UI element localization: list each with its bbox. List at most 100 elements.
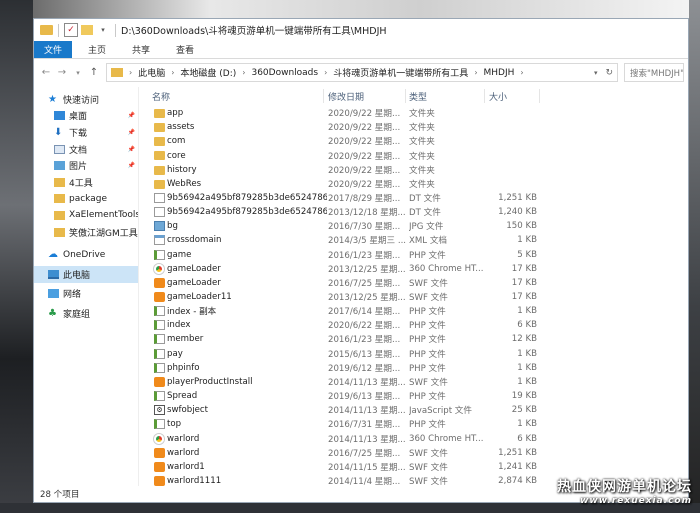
- column-type[interactable]: 类型: [409, 90, 427, 103]
- breadcrumb-tools-folder[interactable]: 斗将魂页游单机一键端带所有工具: [329, 66, 472, 79]
- recent-locations-icon[interactable]: ▾: [70, 69, 86, 77]
- sidebar-item[interactable]: 文档 📌: [34, 141, 138, 158]
- folder-icon: [54, 194, 65, 204]
- file-row[interactable]: game 2016/1/23 星期... PHP 文件 5 KB: [139, 248, 688, 262]
- file-row[interactable]: com 2020/9/22 星期... 文件夹: [139, 134, 688, 148]
- file-type: PHP 文件: [409, 392, 446, 403]
- file-date: 2014/11/15 星期...: [328, 462, 406, 473]
- chevron-right-icon[interactable]: ›: [518, 68, 525, 77]
- column-size[interactable]: 大小: [489, 90, 507, 103]
- file-name: top: [167, 419, 182, 430]
- file-type: 文件夹: [409, 151, 435, 162]
- php-file-icon: [154, 391, 165, 402]
- chevron-right-icon[interactable]: ›: [127, 68, 134, 77]
- sidebar-item[interactable]: XaElementTools-2: [34, 207, 138, 224]
- file-row[interactable]: assets 2020/9/22 星期... 文件夹: [139, 120, 688, 134]
- sidebar-item[interactable]: ☁ OneDrive: [34, 246, 138, 263]
- breadcrumb-drive-d[interactable]: 本地磁盘 (D:): [176, 66, 240, 79]
- new-folder-icon[interactable]: [81, 25, 93, 35]
- sidebar-item[interactable]: 桌面 📌: [34, 108, 138, 125]
- sidebar-item[interactable]: ⬇ 下载 📌: [34, 124, 138, 141]
- file-row[interactable]: gameLoader 2016/7/25 星期... SWF 文件 17 KB: [139, 276, 688, 290]
- tab-file[interactable]: 文件: [34, 41, 73, 58]
- chevron-right-icon[interactable]: ›: [322, 68, 329, 77]
- column-divider[interactable]: [539, 89, 540, 103]
- sidebar-item[interactable]: 此电脑: [34, 265, 138, 283]
- tab-view[interactable]: 查看: [166, 41, 204, 58]
- file-row[interactable]: bg 2016/7/30 星期... JPG 文件 150 KB: [139, 219, 688, 233]
- breadcrumb-this-pc[interactable]: 此电脑: [134, 66, 169, 79]
- pin-icon[interactable]: 📌: [128, 112, 135, 119]
- sidebar-item[interactable]: ★ 快速访问: [34, 91, 138, 108]
- file-name: swfobject: [167, 405, 209, 416]
- forward-icon[interactable]: →: [54, 67, 70, 78]
- back-icon[interactable]: ←: [38, 67, 54, 78]
- column-name[interactable]: 名称: [152, 90, 170, 103]
- file-type: SWF 文件: [409, 278, 448, 289]
- address-history-icon[interactable]: ▾: [590, 69, 602, 77]
- address-row: ← → ▾ ↑ › 此电脑 › 本地磁盘 (D:) › 360Downloads…: [34, 59, 688, 86]
- sidebar-item[interactable]: 图片 📌: [34, 157, 138, 174]
- file-row[interactable]: warlord1 2014/11/15 星期... SWF 文件 1,241 KB: [139, 460, 688, 474]
- column-divider[interactable]: [405, 89, 406, 103]
- file-row[interactable]: index - 副本 2017/6/14 星期... PHP 文件 1 KB: [139, 304, 688, 318]
- column-divider[interactable]: [484, 89, 485, 103]
- file-row[interactable]: phpinfo 2019/6/12 星期... PHP 文件 1 KB: [139, 361, 688, 375]
- address-bar[interactable]: › 此电脑 › 本地磁盘 (D:) › 360Downloads › 斗将魂页游…: [106, 63, 618, 82]
- file-date: 2015/6/13 星期...: [328, 349, 401, 360]
- file-row[interactable]: gameLoader11 2013/12/25 星期... SWF 文件 17 KB: [139, 290, 688, 304]
- sidebar-item-label: 网络: [63, 290, 82, 301]
- customize-quick-access-icon[interactable]: ▾: [96, 23, 110, 37]
- pin-icon[interactable]: 📌: [128, 162, 135, 169]
- file-type: PHP 文件: [409, 321, 446, 332]
- file-row[interactable]: crossdomain 2014/3/5 星期三 ... XML 文档 1 KB: [139, 233, 688, 247]
- tab-home[interactable]: 主页: [78, 41, 116, 58]
- file-row[interactable]: 9b56942a495bf879285b3de6524786... 2013/12…: [139, 205, 688, 219]
- flash-file-icon: [154, 277, 165, 288]
- pin-icon[interactable]: 📌: [128, 129, 135, 136]
- file-row[interactable]: WebRes 2020/9/22 星期... 文件夹: [139, 177, 688, 191]
- file-row[interactable]: Spread 2019/6/13 星期... PHP 文件 19 KB: [139, 389, 688, 403]
- breadcrumb-360downloads[interactable]: 360Downloads: [247, 68, 322, 78]
- sidebar-item[interactable]: package: [34, 191, 138, 208]
- file-row[interactable]: history 2020/9/22 星期... 文件夹: [139, 163, 688, 177]
- file-row[interactable]: warlord 2014/11/13 星期... 360 Chrome HT... 6…: [139, 431, 688, 445]
- column-divider[interactable]: [323, 89, 324, 103]
- refresh-icon[interactable]: ↻: [601, 68, 617, 78]
- file-size: 1 KB: [517, 376, 537, 387]
- column-date[interactable]: 修改日期: [328, 90, 364, 103]
- search-input[interactable]: 搜索"MHDJH": [624, 63, 684, 82]
- properties-icon[interactable]: ✓: [64, 23, 78, 37]
- sidebar-item[interactable]: 网络: [34, 286, 138, 303]
- chevron-right-icon[interactable]: ›: [472, 68, 479, 77]
- file-row[interactable]: member 2016/1/23 星期... PHP 文件 12 KB: [139, 332, 688, 346]
- file-row[interactable]: pay 2015/6/13 星期... PHP 文件 1 KB: [139, 347, 688, 361]
- file-type: PHP 文件: [409, 363, 446, 374]
- chevron-right-icon[interactable]: ›: [240, 68, 247, 77]
- up-icon[interactable]: ↑: [86, 67, 102, 78]
- file-row[interactable]: app 2020/9/22 星期... 文件夹: [139, 106, 688, 120]
- file-name: com: [167, 136, 186, 147]
- sidebar-item[interactable]: 4工具: [34, 174, 138, 191]
- file-name: core: [167, 150, 186, 161]
- file-row[interactable]: top 2016/7/31 星期... PHP 文件 1 KB: [139, 417, 688, 431]
- file-row[interactable]: core 2020/9/22 星期... 文件夹: [139, 148, 688, 162]
- file-date: 2014/11/13 星期...: [328, 434, 406, 445]
- file-row[interactable]: gameLoader 2013/12/25 星期... 360 Chrome HT.…: [139, 262, 688, 276]
- sidebar-item[interactable]: ♣ 家庭组: [34, 305, 138, 322]
- network-icon: [48, 289, 59, 299]
- this-pc-icon: [48, 269, 59, 279]
- sidebar-item-label: package: [69, 193, 107, 204]
- file-row[interactable]: playerProductInstall 2014/11/13 星期... SWF …: [139, 375, 688, 389]
- file-row[interactable]: 9b56942a495bf879285b3de6524786... 2017/8/…: [139, 191, 688, 205]
- file-row[interactable]: index 2020/6/22 星期... PHP 文件 6 KB: [139, 318, 688, 332]
- breadcrumb-mhdjh[interactable]: MHDJH: [480, 68, 519, 78]
- file-row[interactable]: ⚙ swfobject 2014/11/13 星期... JavaScript 文件 2…: [139, 403, 688, 417]
- chevron-right-icon[interactable]: ›: [169, 68, 176, 77]
- file-row[interactable]: warlord 2016/7/25 星期... SWF 文件 1,251 KB: [139, 446, 688, 460]
- sidebar-item[interactable]: 笑傲江湖GM工具: [34, 224, 138, 241]
- php-file-icon: [154, 419, 165, 430]
- pin-icon[interactable]: 📌: [128, 146, 135, 153]
- folder-icon: [154, 137, 165, 147]
- tab-share[interactable]: 共享: [122, 41, 160, 58]
